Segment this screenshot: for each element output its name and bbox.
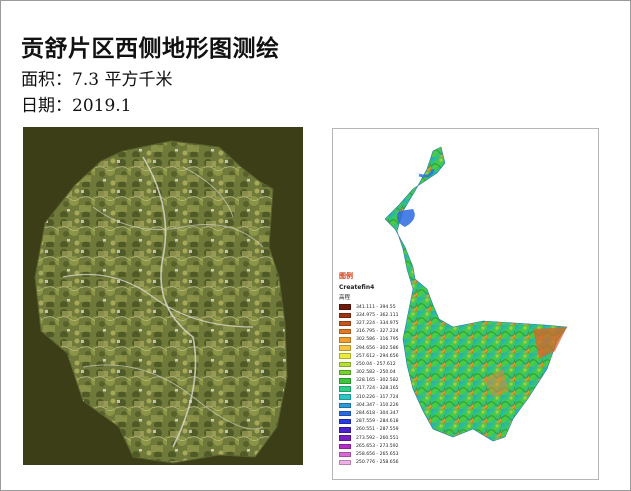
- legend-swatch: [339, 410, 351, 417]
- legend-layer-name: Createfin4: [339, 284, 375, 291]
- legend-row: 250.04 - 257.612: [339, 360, 399, 368]
- legend-row: 316.795 - 327.224: [339, 328, 399, 336]
- legend-swatch: [339, 451, 351, 458]
- page-title: 贡舒片区西侧地形图测绘: [21, 36, 280, 62]
- legend-range-label: 304.347 - 310.226: [356, 402, 399, 408]
- legend-row: 327.224 - 334.975: [339, 319, 399, 327]
- legend-range-label: 273.592 - 260.551: [356, 435, 399, 441]
- elevation-map-panel: 图例 Createfin4 高程 341.111 - 394.55 334.975…: [332, 128, 599, 480]
- legend-range-label: 284.618 - 304.347: [356, 411, 399, 417]
- legend-swatch: [339, 369, 351, 376]
- legend-swatch: [339, 312, 351, 319]
- legend-swatch: [339, 402, 351, 409]
- legend-swatch: [339, 353, 351, 359]
- legend-row: 260.551 - 287.559: [339, 426, 399, 434]
- legend-row: 302.586 - 316.795: [339, 336, 399, 344]
- legend-range-label: 317.724 - 328.165: [356, 386, 399, 392]
- legend-range-label: 334.975 - 362.111: [356, 312, 399, 318]
- legend-range-label: 294.656 - 302.586: [356, 345, 399, 351]
- legend-row: 257.612 - 294.656: [339, 352, 399, 360]
- legend-range-label: 287.559 - 284.618: [356, 419, 399, 425]
- legend-range-label: 250.04 - 257.612: [356, 361, 396, 367]
- legend-swatch: [339, 304, 351, 310]
- legend-row: 334.975 - 362.111: [339, 311, 399, 319]
- legend-row: 258.656 - 265.653: [339, 450, 399, 458]
- legend-range-label: 302.582 - 250.04: [356, 370, 396, 376]
- legend-swatch: [339, 337, 351, 343]
- elevation-legend: 图例 Createfin4 高程 341.111 - 394.55 334.975…: [339, 271, 399, 467]
- legend-row: 273.592 - 260.551: [339, 434, 399, 442]
- legend-row: 284.618 - 304.347: [339, 409, 399, 417]
- legend-row: 302.582 - 250.04: [339, 369, 399, 377]
- legend-swatch: [339, 459, 351, 466]
- legend-range-label: 341.111 - 394.55: [356, 304, 396, 310]
- legend-swatch: [339, 435, 351, 441]
- legend-swatch: [339, 418, 351, 425]
- legend-range-label: 310.226 - 317.724: [356, 394, 399, 400]
- legend-range-label: 257.612 - 294.656: [356, 353, 399, 359]
- legend-swatch: [339, 427, 351, 433]
- legend-swatch: [339, 345, 351, 351]
- legend-range-label: 258.656 - 265.653: [356, 451, 399, 457]
- legend-row: 294.656 - 302.586: [339, 344, 399, 352]
- legend-row: 317.724 - 328.165: [339, 385, 399, 393]
- legend-swatch: [339, 361, 351, 368]
- legend-swatch: [339, 386, 351, 392]
- legend-row: 250.776 - 258.656: [339, 459, 399, 467]
- orthophoto-map: [34, 140, 288, 464]
- legend-range-label: 316.795 - 327.224: [356, 329, 399, 335]
- slide-frame: 贡舒片区西侧地形图测绘 面积：7.3 平方千米 日期：2019.1 图例 Cre…: [0, 0, 631, 491]
- legend-range-label: 302.586 - 316.795: [356, 337, 399, 343]
- legend-class-list: 341.111 - 394.55 334.975 - 362.111 327.224…: [339, 303, 399, 467]
- legend-row: 310.226 - 317.724: [339, 393, 399, 401]
- legend-swatch: [339, 443, 351, 450]
- aerial-orthophoto: [23, 127, 303, 465]
- legend-range-label: 328.165 - 302.582: [356, 378, 399, 384]
- legend-row: 328.165 - 302.582: [339, 377, 399, 385]
- legend-row: 287.559 - 284.618: [339, 418, 399, 426]
- legend-row: 265.653 - 273.592: [339, 442, 399, 450]
- legend-swatch: [339, 378, 351, 384]
- legend-swatch: [339, 328, 351, 335]
- legend-swatch: [339, 320, 351, 327]
- legend-swatch: [339, 394, 351, 400]
- legend-range-label: 265.653 - 273.592: [356, 443, 399, 449]
- legend-row: 304.347 - 310.226: [339, 401, 399, 409]
- legend-range-label: 327.224 - 334.975: [356, 320, 399, 326]
- legend-range-label: 250.776 - 258.656: [356, 460, 399, 466]
- legend-title: 图例: [339, 272, 353, 280]
- legend-range-label: 260.551 - 287.559: [356, 427, 399, 433]
- legend-row: 341.111 - 394.55: [339, 303, 399, 311]
- date-label: 日期：2019.1: [21, 96, 132, 116]
- legend-field-name: 高程: [339, 295, 351, 301]
- area-label: 面积：7.3 平方千米: [21, 70, 173, 90]
